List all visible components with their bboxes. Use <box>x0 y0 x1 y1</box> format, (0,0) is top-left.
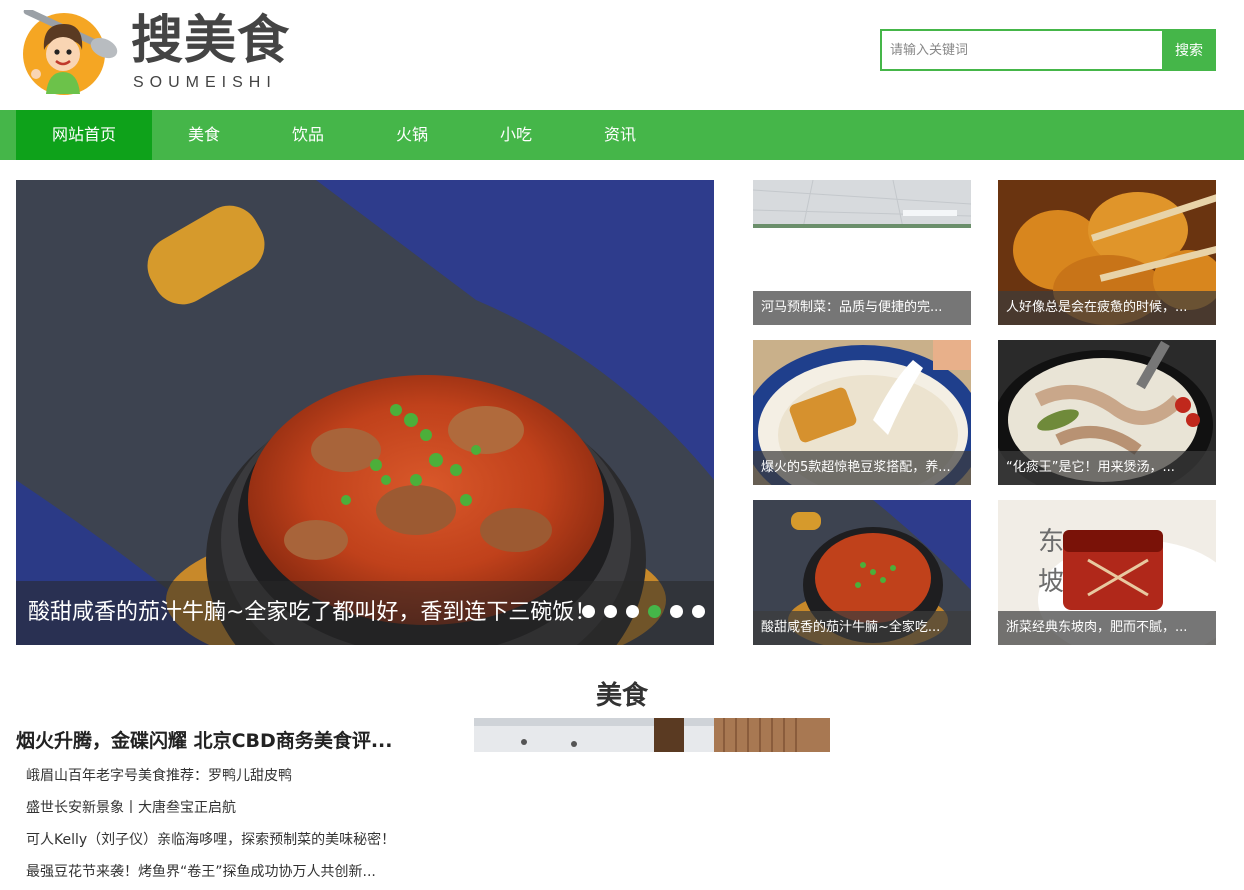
site-header: 搜美食 SOUMEISHI 搜索 <box>0 0 1244 110</box>
svg-text:坡: 坡 <box>1038 567 1064 597</box>
search-box: 搜索 <box>880 29 1216 71</box>
news-item[interactable]: 峨眉山百年老字号美食推荐：罗鸭儿甜皮鸭 <box>26 765 426 787</box>
news-item[interactable]: 可人Kelly（刘子仪）亲临海哆哩，探索预制菜的美味秘密！ <box>26 829 426 851</box>
slider-dot-6[interactable] <box>692 605 705 618</box>
hero-caption-text[interactable]: 酸甜咸香的茄汁牛腩~全家吃了都叫好，香到连下三碗饭！ <box>28 581 596 645</box>
hero-image <box>16 180 714 645</box>
thumb-caption-1: 河马预制菜：品质与便捷的完... <box>753 291 971 325</box>
nav-item-food[interactable]: 美食 <box>152 110 256 160</box>
thumb-caption-2: 人好像总是会在疲惫的时候，... <box>998 291 1216 325</box>
hero-slider[interactable]: 酸甜咸香的茄汁牛腩~全家吃了都叫好，香到连下三碗饭！ <box>16 180 714 645</box>
thumb-card-2[interactable]: 人好像总是会在疲惫的时候，... <box>998 180 1216 325</box>
thumb-card-3[interactable]: 爆火的5款超惊艳豆浆搭配，养... <box>753 340 971 485</box>
search-button[interactable]: 搜索 <box>1162 29 1216 71</box>
thumb-caption-6: 浙菜经典东坡肉，肥而不腻，... <box>998 611 1216 645</box>
main-nav: 网站首页 美食 饮品 火锅 小吃 资讯 <box>0 110 1244 160</box>
slider-dot-1[interactable] <box>582 605 595 618</box>
slider-dot-2[interactable] <box>604 605 617 618</box>
logo-subtitle: SOUMEISHI <box>133 74 277 91</box>
thumb-card-4[interactable]: “化痰王”是它！用来煲汤，... <box>998 340 1216 485</box>
thumb-caption-4: “化痰王”是它！用来煲汤，... <box>998 451 1216 485</box>
section-feature-image[interactable] <box>474 718 830 752</box>
nav-item-drinks[interactable]: 饮品 <box>256 110 360 160</box>
section-title-food: 美食 <box>595 681 648 711</box>
nav-item-news[interactable]: 资讯 <box>568 110 672 160</box>
section-headline[interactable]: 烟火升腾，金碟闪耀 北京CBD商务美食评... <box>16 726 416 756</box>
nav-item-home[interactable]: 网站首页 <box>16 110 152 160</box>
thumb-card-1[interactable]: 河马预制菜：品质与便捷的完... <box>753 180 971 325</box>
search-input[interactable] <box>882 31 1164 69</box>
thumb-caption-3: 爆火的5款超惊艳豆浆搭配，养... <box>753 451 971 485</box>
logo-mascot-icon[interactable] <box>22 7 122 96</box>
logo-title[interactable]: 搜美食 <box>131 10 290 72</box>
nav-item-snacks[interactable]: 小吃 <box>464 110 568 160</box>
slider-dot-5[interactable] <box>670 605 683 618</box>
thumb-card-6[interactable]: 东 坡 浙菜经典东坡肉，肥而不腻，... <box>998 500 1216 645</box>
news-item[interactable]: 盛世长安新景象丨大唐叁宝正启航 <box>26 797 426 819</box>
news-item[interactable]: 最强豆花节来袭！烤鱼界“卷王”探鱼成功协万人共创新... <box>26 861 426 883</box>
slider-dot-3[interactable] <box>626 605 639 618</box>
nav-item-hotpot[interactable]: 火锅 <box>360 110 464 160</box>
slider-dot-4[interactable] <box>648 605 661 618</box>
thumb-caption-5: 酸甜咸香的茄汁牛腩~全家吃... <box>753 611 971 645</box>
thumb-card-5[interactable]: 酸甜咸香的茄汁牛腩~全家吃... <box>753 500 971 645</box>
svg-text:东: 东 <box>1038 527 1064 557</box>
